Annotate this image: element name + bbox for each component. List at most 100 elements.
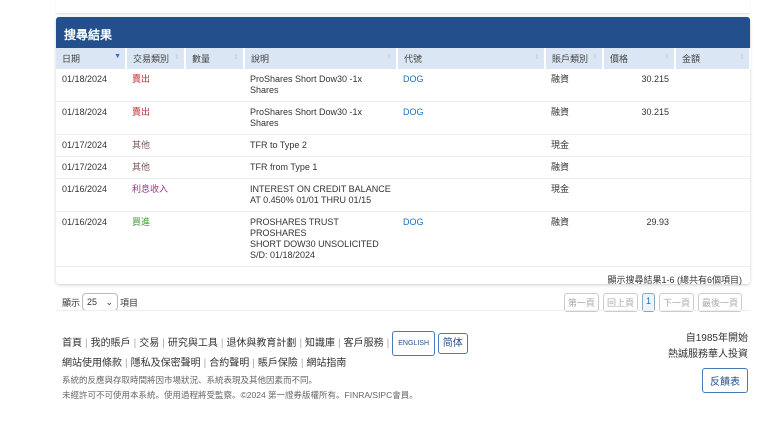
column-header[interactable]: 價格 ⇕	[603, 48, 676, 69]
price-cell: 29.93	[603, 211, 675, 267]
description-line: ProShares Short Dow30 -1x Shares	[250, 74, 363, 95]
quantity-cell	[185, 69, 244, 102]
date-cell: 01/18/2024	[56, 101, 126, 135]
sort-icon[interactable]: ⇕	[739, 53, 745, 61]
symbol-link[interactable]: DOG	[403, 74, 424, 84]
account-cell: 現金	[545, 178, 603, 212]
column-header[interactable]: 數量 ⇕	[185, 48, 245, 69]
account-cell: 融資	[545, 69, 603, 102]
column-label: 價格	[610, 54, 629, 64]
table-row: 01/18/2024 賣出 ProShares Short Dow30 -1x Sh…	[56, 101, 750, 135]
separator: |	[125, 358, 128, 369]
footer-link[interactable]: 交易	[139, 338, 159, 349]
separator: |	[220, 338, 224, 350]
disclaimer: 系統的反應與存取時間將因市場狀況、系統表現及其他因素而不同。 未經許可不可使用本…	[62, 373, 418, 403]
symbol-cell	[397, 134, 545, 157]
date-cell: 01/18/2024	[56, 69, 126, 102]
type-cell: 其他	[126, 134, 185, 157]
column-label: 交易類別	[133, 54, 170, 64]
sort-icon[interactable]: ⇕	[534, 53, 540, 61]
english-button[interactable]: ENGLISH	[392, 331, 435, 356]
separator: |	[299, 338, 303, 350]
results-info: 顯示搜尋結果1-6 (總共有6個項目)	[607, 275, 742, 285]
amount-cell	[675, 211, 750, 267]
symbol-cell	[397, 156, 545, 179]
footer-link[interactable]: 研究與工具	[168, 338, 218, 349]
quantity-cell	[185, 101, 244, 135]
type-cell: 買進	[126, 211, 185, 267]
description-line: TFR to Type 2	[250, 140, 307, 150]
symbol-cell	[397, 178, 545, 212]
amount-cell	[675, 178, 750, 212]
footer-link[interactable]: 退休與教育計劃	[226, 338, 296, 349]
type-cell: 其他	[126, 156, 185, 179]
items-label: 項目	[120, 297, 139, 308]
date-cell: 01/17/2024	[56, 156, 126, 179]
column-header[interactable]: 金額 ⇕	[675, 48, 751, 69]
separator: |	[203, 358, 207, 369]
column-label: 代號	[404, 54, 423, 64]
serving-text: 熱誠服務華人投資	[668, 349, 748, 360]
top-panel-edge	[56, 0, 750, 14]
symbol-link[interactable]: DOG	[403, 107, 424, 117]
separator: |	[162, 338, 165, 350]
table-row: 01/18/2024 賣出 ProShares Short Dow30 -1x Sh…	[56, 69, 750, 102]
description-line: TFR from Type 1	[250, 162, 318, 172]
table-row: 01/17/2024 其他 TFR from Type 1 融資	[56, 156, 750, 179]
sort-icon[interactable]: ⇕	[592, 53, 598, 61]
amount-cell	[675, 101, 750, 135]
column-header[interactable]: 賬戶類別 ⇕	[545, 48, 604, 69]
sort-icon[interactable]: ⇕	[233, 53, 239, 61]
description-line: INTEREST ON CREDIT BALANCE	[250, 184, 391, 194]
column-label: 說明	[251, 54, 270, 64]
column-header[interactable]: 代號 ⇕	[397, 48, 546, 69]
sort-icon[interactable]: ⇕	[174, 53, 180, 61]
footer-link[interactable]: 隱私及保密聲明	[131, 358, 201, 369]
footer-link[interactable]: 我的賬戶	[91, 338, 131, 349]
separator: |	[85, 338, 88, 350]
column-header[interactable]: 日期 ▼	[56, 48, 127, 69]
separator: |	[252, 358, 255, 369]
date-cell: 01/16/2024	[56, 178, 126, 212]
page-size-select[interactable]: 25 ⌄	[82, 293, 119, 311]
table-row: 01/16/2024 利息收入 INTEREST ON CREDIT BALANCE…	[56, 178, 750, 212]
disclaimer-line-2: 未經許可不可使用本系統。使用過程將受監察。©2024 第一證券版權所有。FINR…	[62, 390, 418, 400]
footer-link[interactable]: 知識庫	[305, 338, 335, 349]
type-cell: 賣出	[126, 101, 185, 135]
price-cell: 30.215	[603, 69, 675, 102]
show-label: 顯示	[62, 297, 81, 308]
description-cell: ProShares Short Dow30 -1x Shares	[244, 69, 397, 102]
column-label: 賬戶類別	[552, 54, 589, 64]
footer-link[interactable]: 合約聲明	[209, 358, 249, 369]
simplified-chinese-button[interactable]: 简体	[437, 333, 468, 354]
panel-title: 搜尋結果	[56, 17, 750, 48]
symbol-cell: DOG	[397, 69, 545, 102]
description-cell: TFR to Type 2	[244, 134, 397, 157]
sort-icon[interactable]: ⇕	[386, 53, 392, 61]
date-cell: 01/16/2024	[56, 211, 126, 267]
separator: |	[300, 358, 304, 369]
column-header[interactable]: 交易類別 ⇕	[126, 48, 186, 69]
description-line: SHORT DOW30 UNSOLICITED	[250, 239, 379, 249]
column-label: 日期	[62, 54, 81, 64]
account-cell: 融資	[545, 101, 603, 135]
symbol-cell: DOG	[397, 101, 545, 135]
footer-link[interactable]: 首頁	[62, 338, 82, 349]
sort-icon[interactable]: ⇕	[664, 53, 670, 61]
quantity-cell	[185, 211, 244, 267]
quantity-cell	[185, 178, 244, 212]
description-cell: PROSHARES TRUST PROSHARES SHORT DOW30 UNS…	[244, 211, 397, 267]
separator: |	[338, 338, 341, 350]
footer-link[interactable]: 網站指南	[306, 358, 346, 369]
column-header[interactable]: 說明 ⇕	[244, 48, 398, 69]
feedback-button[interactable]: 反饋表	[702, 368, 748, 393]
amount-cell	[675, 156, 750, 179]
sort-desc-icon[interactable]: ▼	[114, 53, 121, 60]
footer-link[interactable]: 網站使用條款	[62, 358, 122, 369]
footer-link[interactable]: 客戶服務	[344, 338, 384, 349]
footer-link[interactable]: 賬戶保險	[258, 358, 298, 369]
table-row: 01/17/2024 其他 TFR to Type 2 現金	[56, 134, 750, 157]
disclaimer-line-1: 系統的反應與存取時間將因市場狀況、系統表現及其他因素而不同。	[62, 375, 318, 385]
symbol-link[interactable]: DOG	[403, 217, 424, 227]
description-line: ProShares Short Dow30 -1x Shares	[250, 107, 363, 128]
